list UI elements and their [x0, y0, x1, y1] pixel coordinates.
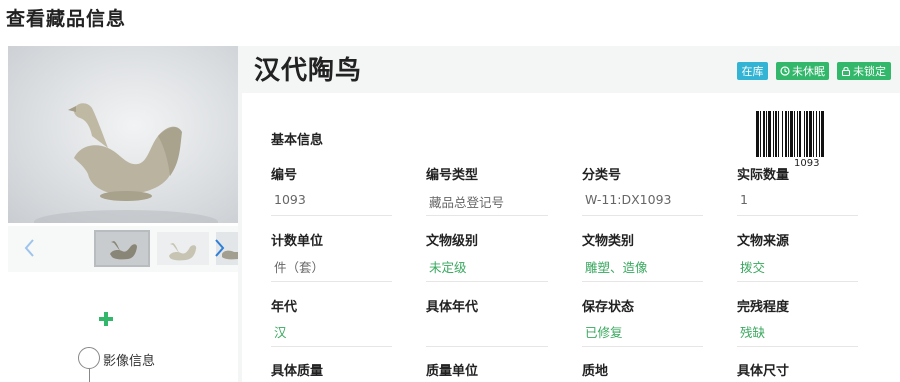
barcode-bar [809, 111, 812, 157]
barcode-bar [768, 111, 771, 157]
field-value: 未定级 [429, 260, 467, 275]
field-value: 已修复 [585, 325, 623, 340]
field-label: 编号 [271, 168, 298, 183]
status-badge-lock: 未锁定 [837, 62, 891, 80]
status-badge-stock: 在库 [737, 62, 768, 80]
timeline-label-image-info[interactable]: 影像信息 [103, 350, 155, 369]
field-value: 残缺 [740, 325, 766, 340]
barcode-bar [813, 111, 814, 157]
barcode-bar [785, 111, 787, 157]
field-label: 具体年代 [426, 300, 479, 315]
field-label: 编号类型 [426, 168, 479, 183]
field-divider [737, 215, 858, 216]
field-divider [271, 346, 392, 347]
barcode-bar [799, 111, 801, 157]
thumbnail-strip [8, 226, 238, 272]
chevron-right-icon[interactable] [211, 236, 227, 260]
field-label: 实际数量 [737, 168, 790, 183]
barcode-bar [788, 111, 789, 157]
barcode-bar [756, 111, 759, 157]
thumbnail-2[interactable] [157, 232, 209, 265]
field-value: 汉 [274, 325, 287, 340]
field-value: 藏品总登记号 [429, 195, 505, 210]
barcode-bar [816, 111, 817, 157]
page-title: 查看藏品信息 [6, 8, 127, 30]
field-value: 1093 [274, 192, 306, 207]
clock-icon [780, 66, 790, 76]
field-divider [426, 346, 548, 347]
barcode-bar [821, 111, 824, 157]
barcode-bar [794, 111, 795, 157]
barcode-bar [778, 111, 779, 157]
barcode-bar [806, 111, 808, 157]
field-value: 雕塑、造像 [585, 260, 648, 275]
badge-label: 未锁定 [853, 65, 886, 78]
thumbnail-1[interactable] [94, 230, 150, 267]
barcode-bar [819, 111, 820, 157]
status-badge-sleep: 未休眠 [776, 62, 829, 80]
timeline-node-icon [78, 347, 100, 369]
field-divider [582, 346, 703, 347]
field-divider [737, 346, 858, 347]
section-title-basic-info: 基本信息 [271, 133, 324, 148]
field-label: 文物级别 [426, 234, 479, 249]
timeline-line [89, 369, 90, 382]
field-label: 年代 [271, 300, 298, 315]
field-divider [426, 215, 548, 216]
field-divider [426, 281, 548, 282]
field-label: 文物来源 [737, 234, 790, 249]
field-value: W-11:DX1093 [585, 192, 672, 207]
field-value: 拨交 [740, 260, 766, 275]
field-label: 质地 [582, 364, 609, 379]
barcode-bar [760, 111, 761, 157]
field-label: 保存状态 [582, 300, 635, 315]
barcode-bar [763, 111, 765, 157]
barcode-bar [782, 111, 783, 157]
field-divider [271, 215, 392, 216]
chevron-left-icon[interactable] [22, 236, 38, 260]
field-label: 计数单位 [271, 234, 324, 249]
barcode-number: 1093 [794, 158, 820, 169]
item-title: 汉代陶鸟 [254, 56, 363, 86]
badge-label: 未休眠 [792, 65, 825, 78]
field-label: 分类号 [582, 168, 622, 183]
field-label: 质量单位 [426, 364, 479, 379]
field-divider [737, 281, 858, 282]
field-value: 件（套） [274, 260, 325, 275]
field-divider [582, 215, 703, 216]
field-label: 完残程度 [737, 300, 790, 315]
main-artifact-image[interactable] [8, 46, 238, 223]
field-value: 1 [740, 192, 748, 207]
field-divider [271, 281, 392, 282]
barcode-bar [804, 111, 805, 157]
field-label: 文物类别 [582, 234, 635, 249]
barcode-bar [790, 111, 793, 157]
field-divider [582, 281, 703, 282]
plus-icon[interactable] [99, 312, 113, 326]
barcode-bar [797, 111, 798, 157]
field-label: 具体质量 [271, 364, 324, 379]
badge-label: 在库 [741, 65, 764, 78]
barcode-bar [773, 111, 774, 157]
barcode-bar [766, 111, 767, 157]
barcode [756, 111, 824, 157]
field-label: 具体尺寸 [737, 364, 790, 379]
barcode-bar [775, 111, 777, 157]
lock-icon [841, 66, 851, 76]
